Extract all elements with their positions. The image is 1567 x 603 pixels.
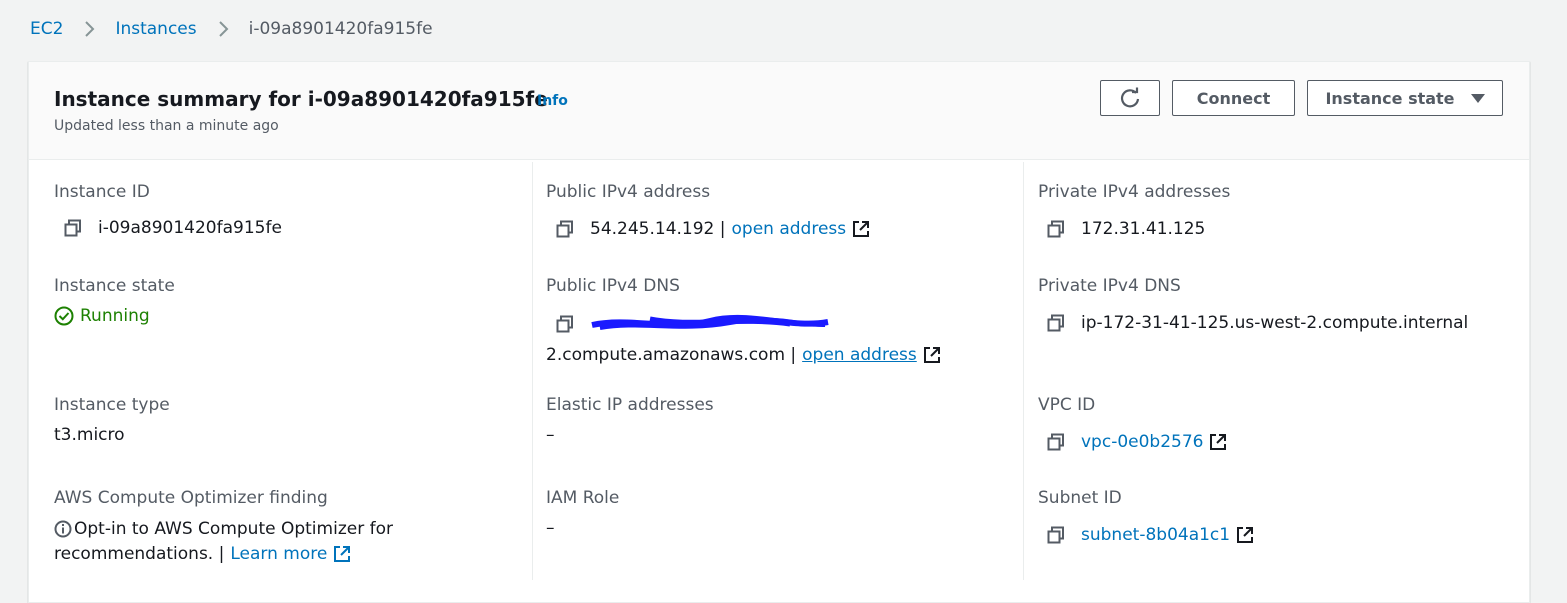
public-dns-text: 2.compute.amazonaws.com | bbox=[546, 345, 797, 365]
instance-id-label: Instance ID bbox=[54, 182, 150, 202]
private-ipv4-label: Private IPv4 addresses bbox=[1038, 182, 1231, 202]
refresh-icon bbox=[1120, 87, 1140, 108]
open-address-link-2[interactable]: open address bbox=[802, 345, 917, 365]
panel-header: Instance summary for i-09a8901420fa915fe… bbox=[29, 62, 1529, 160]
elastic-ip-value: – bbox=[546, 425, 555, 445]
info-link[interactable]: Info bbox=[537, 93, 568, 109]
elastic-ip-label: Elastic IP addresses bbox=[546, 395, 714, 415]
subnet-id-link[interactable]: subnet-8b04a1c1 bbox=[1081, 525, 1230, 545]
optimizer-line1: Opt-in to AWS Compute Optimizer for bbox=[54, 519, 393, 539]
external-link-icon[interactable] bbox=[1236, 526, 1254, 544]
private-dns-value: ip-172-31-41-125.us-west-2.compute.inter… bbox=[1047, 313, 1468, 333]
private-ipv4-text: 172.31.41.125 bbox=[1081, 219, 1206, 239]
iam-role-label: IAM Role bbox=[546, 488, 620, 508]
optimizer-text-line1: Opt-in to AWS Compute Optimizer for bbox=[74, 519, 393, 539]
optimizer-text-line2: recommendations. | bbox=[54, 544, 225, 564]
public-dns-value: 2.compute.amazonaws.com | open address bbox=[546, 345, 941, 365]
copy-icon[interactable] bbox=[1047, 314, 1065, 332]
column-divider bbox=[532, 162, 533, 580]
learn-more-link[interactable]: Learn more bbox=[230, 544, 327, 564]
connect-button[interactable]: Connect bbox=[1172, 80, 1295, 116]
breadcrumb: EC2 Instances i-09a8901420fa915fe bbox=[30, 18, 433, 40]
public-dns-label: Public IPv4 DNS bbox=[546, 276, 680, 296]
iam-role-value: – bbox=[546, 518, 555, 538]
updated-text: Updated less than a minute ago bbox=[54, 118, 279, 134]
optimizer-line2: recommendations. | Learn more bbox=[54, 544, 351, 564]
public-ipv4-label: Public IPv4 address bbox=[546, 182, 711, 202]
breadcrumb-current: i-09a8901420fa915fe bbox=[248, 19, 433, 39]
public-ipv4-text: 54.245.14.192 | bbox=[590, 219, 726, 239]
private-dns-text: ip-172-31-41-125.us-west-2.compute.inter… bbox=[1081, 313, 1469, 333]
check-circle-icon bbox=[54, 306, 74, 326]
subnet-id-label: Subnet ID bbox=[1038, 488, 1122, 508]
instance-state-status: Running bbox=[54, 306, 150, 326]
optimizer-finding-label: AWS Compute Optimizer finding bbox=[54, 488, 328, 508]
vpc-id-value: vpc-0e0b2576 bbox=[1047, 432, 1227, 452]
info-circle-icon bbox=[54, 520, 72, 538]
instance-state-label: Instance state bbox=[1325, 88, 1455, 108]
refresh-button[interactable] bbox=[1100, 80, 1160, 116]
instance-type-value: t3.micro bbox=[54, 425, 125, 445]
copy-icon[interactable] bbox=[1047, 433, 1065, 451]
copy-icon[interactable] bbox=[1047, 220, 1065, 238]
private-dns-label: Private IPv4 DNS bbox=[1038, 276, 1181, 296]
vpc-id-link[interactable]: vpc-0e0b2576 bbox=[1081, 432, 1203, 452]
private-ipv4-value: 172.31.41.125 bbox=[1047, 219, 1205, 239]
instance-state-field-label: Instance state bbox=[54, 276, 175, 296]
vpc-id-label: VPC ID bbox=[1038, 395, 1096, 415]
external-link-icon[interactable] bbox=[333, 545, 351, 563]
instance-id-text: i-09a8901420fa915fe bbox=[98, 218, 282, 238]
external-link-icon[interactable] bbox=[1209, 433, 1227, 451]
page-title: Instance summary for i-09a8901420fa915fe bbox=[54, 87, 548, 111]
external-link-icon[interactable] bbox=[923, 346, 941, 364]
instance-id-value: i-09a8901420fa915fe bbox=[64, 218, 282, 238]
breadcrumb-instances-link[interactable]: Instances bbox=[115, 19, 196, 39]
copy-icon[interactable] bbox=[556, 220, 574, 238]
redaction-scribble bbox=[591, 314, 829, 330]
instance-state-dropdown[interactable]: Instance state bbox=[1307, 80, 1503, 116]
chevron-right-icon bbox=[85, 21, 95, 37]
instance-type-label: Instance type bbox=[54, 395, 170, 415]
breadcrumb-ec2-link[interactable]: EC2 bbox=[30, 19, 63, 39]
copy-icon[interactable] bbox=[1047, 526, 1065, 544]
instance-summary-panel: Instance summary for i-09a8901420fa915fe… bbox=[28, 61, 1530, 603]
copy-icon[interactable] bbox=[64, 219, 82, 237]
public-dns-redacted bbox=[556, 313, 830, 335]
column-divider bbox=[1023, 162, 1024, 580]
caret-down-icon bbox=[1470, 93, 1485, 103]
copy-icon[interactable] bbox=[556, 315, 574, 333]
chevron-right-icon bbox=[218, 21, 229, 37]
external-link-icon[interactable] bbox=[852, 220, 870, 238]
public-ipv4-value: 54.245.14.192 | open address bbox=[556, 219, 870, 239]
instance-state-text: Running bbox=[80, 306, 150, 326]
subnet-id-value: subnet-8b04a1c1 bbox=[1047, 525, 1254, 545]
open-address-link[interactable]: open address bbox=[732, 219, 847, 239]
